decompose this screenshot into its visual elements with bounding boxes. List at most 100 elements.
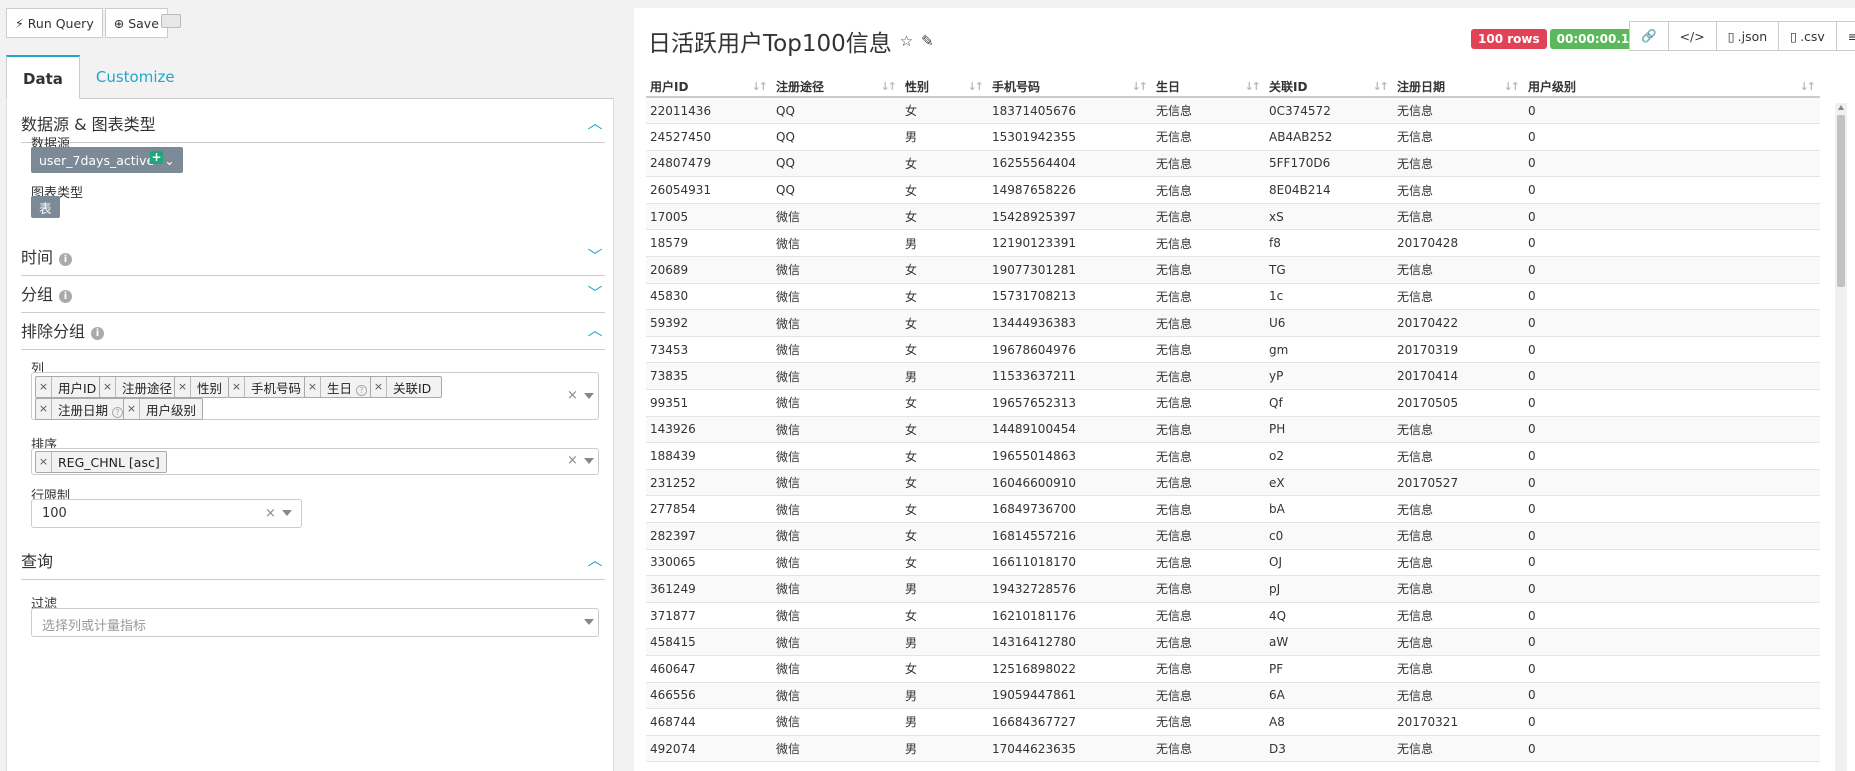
clear-icon[interactable]: × xyxy=(265,506,276,521)
column-header[interactable]: 关联ID ↓↑ xyxy=(1265,77,1393,98)
add-datasource-icon[interactable]: + xyxy=(150,151,163,164)
edit-icon[interactable]: ✎ xyxy=(921,32,934,50)
table-row: 24807479 QQ 女 16255564404 无信息 5FF170D6 无信息 0 xyxy=(646,150,1820,178)
table-cell: 16684367727 xyxy=(988,708,1152,736)
section-group-header[interactable]: 分组 i ﹀ xyxy=(21,273,605,313)
clear-icon[interactable]: × xyxy=(567,388,578,403)
chevron-down-icon[interactable]: ﹀ xyxy=(585,282,605,303)
filter-select[interactable]: 选择列或计量指标 xyxy=(31,608,599,637)
save-button[interactable]: ⊕ Save xyxy=(104,8,168,38)
section-time-header[interactable]: 时间 i ﹀ xyxy=(21,236,605,276)
remove-icon[interactable]: × xyxy=(36,377,52,397)
caret-down-icon[interactable] xyxy=(584,458,594,464)
caret-down-icon[interactable] xyxy=(584,393,594,399)
section-query-title: 查询 xyxy=(21,551,54,571)
chevron-down-icon[interactable]: ﹀ xyxy=(585,245,605,266)
vertical-scrollbar[interactable] xyxy=(1835,103,1847,771)
run-query-button[interactable]: ⚡ Run Query xyxy=(6,8,103,38)
table-cell: 458415 xyxy=(646,628,772,656)
table-cell: 无信息 xyxy=(1393,628,1524,656)
column-chip[interactable]: × 用户ID xyxy=(35,376,104,398)
table-row: 59392 微信女 13444936383 无信息 U6 20170422 0 xyxy=(646,309,1820,337)
column-header[interactable]: 注册日期 ↓↑ xyxy=(1393,77,1524,98)
caret-down-icon[interactable] xyxy=(282,510,292,516)
section-query-header[interactable]: 查询 ︿ xyxy=(21,540,605,580)
table-cell: 0 xyxy=(1524,735,1820,763)
clear-icon[interactable]: × xyxy=(567,453,578,468)
sort-icon[interactable]: ↓↑ xyxy=(1373,80,1390,93)
sort-icon[interactable]: ↓↑ xyxy=(968,80,985,93)
caret-down-icon[interactable] xyxy=(584,619,594,625)
remove-icon[interactable]: × xyxy=(100,377,116,397)
column-chip[interactable]: × 性别 xyxy=(174,376,230,398)
control-panel: ⚡ Run Query ⊕ Save Data Customize 数据源 & … xyxy=(0,0,620,771)
column-chip[interactable]: × 注册日期? xyxy=(35,398,131,420)
remove-icon[interactable]: × xyxy=(371,377,387,397)
columns-multiselect[interactable]: × 用户ID × 注册途径 × 性别 × 手机号码 × 生日? × 关联ID × 注册日期? … xyxy=(31,372,599,420)
link-button[interactable]: 🔗 xyxy=(1629,21,1669,51)
table-cell: 0 xyxy=(1524,495,1820,523)
table-cell: 0 xyxy=(1524,389,1820,417)
scroll-up-icon[interactable] xyxy=(1838,105,1844,110)
tab-customize[interactable]: Customize xyxy=(80,55,191,99)
table-cell: 19678604976 xyxy=(988,336,1152,364)
sort-icon[interactable]: ↓↑ xyxy=(752,80,769,93)
remove-icon[interactable]: × xyxy=(229,377,245,397)
remove-icon[interactable]: × xyxy=(175,377,191,397)
column-header[interactable]: 性别 ↓↑ xyxy=(901,77,988,98)
column-header[interactable]: 手机号码 ↓↑ xyxy=(988,77,1152,98)
embed-code-button[interactable]: </> xyxy=(1667,21,1717,51)
section-datasource-header[interactable]: 数据源 & 图表类型 ︿ xyxy=(21,103,605,143)
chevron-up-icon[interactable]: ︿ xyxy=(585,549,605,570)
table-row: 282397 微信女 16814557216 无信息 c0 无信息 0 xyxy=(646,522,1820,550)
table-cell: 无信息 xyxy=(1393,682,1524,710)
column-header[interactable]: 用户ID ↓↑ xyxy=(646,77,772,98)
export-csv-label: .csv xyxy=(1800,28,1825,44)
column-header[interactable]: 生日 ↓↑ xyxy=(1152,77,1265,98)
table-cell: 24807479 xyxy=(646,150,772,178)
column-chip[interactable]: × 关联ID xyxy=(370,376,443,398)
chevron-up-icon[interactable]: ︿ xyxy=(585,112,605,133)
sort-icon[interactable]: ↓↑ xyxy=(1245,80,1262,93)
column-header[interactable]: 用户级别 ↓↑ xyxy=(1524,77,1820,98)
table-cell: 无信息 xyxy=(1152,256,1265,284)
table-cell: 13444936383 xyxy=(988,309,1152,337)
table-cell: 无信息 xyxy=(1152,735,1265,763)
remove-icon[interactable]: × xyxy=(36,399,52,419)
sort-chip[interactable]: × REG_CHNL [asc] xyxy=(35,451,167,473)
scroll-thumb[interactable] xyxy=(1837,115,1845,287)
sort-multiselect[interactable]: × REG_CHNL [asc] × xyxy=(31,448,599,475)
sort-icon[interactable]: ↓↑ xyxy=(1504,80,1521,93)
sort-icon[interactable]: ↓↑ xyxy=(881,80,898,93)
table-row: 18579 微信男 12190123391 无信息 f8 20170428 0 xyxy=(646,229,1820,258)
table-cell: 22011436 xyxy=(646,97,772,125)
table-cell: 19077301281 xyxy=(988,256,1152,284)
table-cell: 无信息 xyxy=(1152,389,1265,417)
remove-icon[interactable]: × xyxy=(36,452,52,472)
row-limit-select[interactable]: 100 × xyxy=(31,499,302,528)
column-chip[interactable]: × 生日? xyxy=(304,376,375,398)
sort-icon[interactable]: ↓↑ xyxy=(1132,80,1149,93)
table-row: 277854 微信女 16849736700 无信息 bA 无信息 0 xyxy=(646,495,1820,523)
table-cell: PF xyxy=(1265,655,1393,683)
keyboard-shortcuts-icon[interactable] xyxy=(161,14,181,28)
column-chip[interactable]: × 用户级别 xyxy=(123,398,204,420)
remove-icon[interactable]: × xyxy=(305,377,321,397)
sort-icon[interactable]: ↓↑ xyxy=(1800,80,1817,93)
menu-button[interactable]: ≡ xyxy=(1835,21,1855,51)
column-header[interactable]: 注册途径 ↓↑ xyxy=(772,77,901,98)
export-json-button[interactable]: ▯ .json xyxy=(1715,21,1780,51)
column-chip[interactable]: × 手机号码 xyxy=(228,376,309,398)
column-chip[interactable]: × 注册途径 xyxy=(99,376,180,398)
chevron-up-icon[interactable]: ︿ xyxy=(585,319,605,340)
charttype-select[interactable]: 表 xyxy=(31,196,60,218)
export-csv-button[interactable]: ▯ .csv xyxy=(1778,21,1837,51)
tab-data[interactable]: Data xyxy=(6,55,80,99)
table-cell: 492074 xyxy=(646,735,772,763)
star-icon[interactable]: ☆ xyxy=(900,32,913,50)
table-cell: 无信息 xyxy=(1152,628,1265,656)
remove-icon[interactable]: × xyxy=(124,399,140,419)
section-exclude-group-header[interactable]: 排除分组 i ︿ xyxy=(21,310,605,350)
table-cell: D3 xyxy=(1265,735,1393,763)
table-cell: 微信 xyxy=(772,735,901,763)
